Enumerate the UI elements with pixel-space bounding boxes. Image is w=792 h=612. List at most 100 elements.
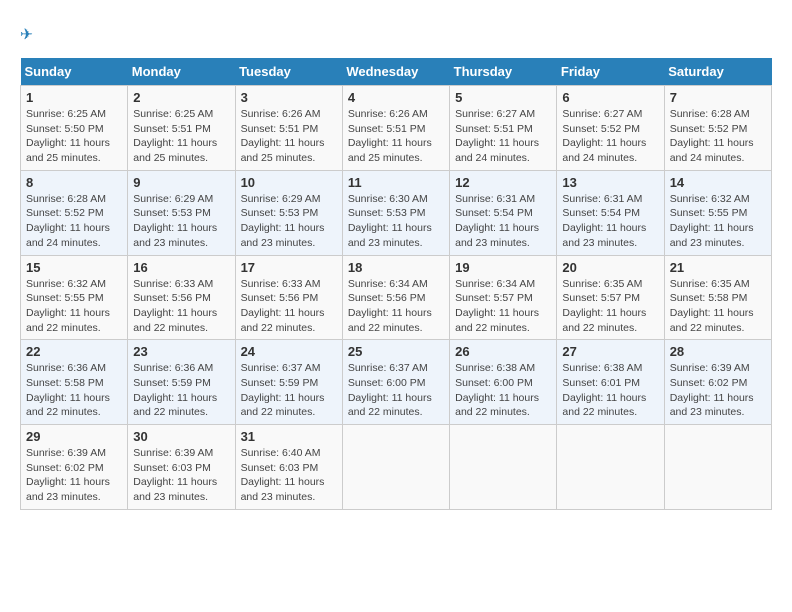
day-cell: 21Sunrise: 6:35 AM Sunset: 5:58 PM Dayli…: [664, 255, 771, 340]
day-cell: 5 Sunrise: 6:27 AM Sunset: 5:51 PM Daylig…: [450, 86, 557, 171]
day-detail: Sunrise: 6:38 AM Sunset: 6:01 PM Dayligh…: [562, 361, 658, 420]
day-cell: 24 Sunrise: 6:37 AM Sunset: 5:59 PM Dayli…: [235, 340, 342, 425]
day-cell: 3 Sunrise: 6:26 AM Sunset: 5:51 PM Daylig…: [235, 86, 342, 171]
day-number: 2: [133, 90, 229, 105]
column-header-thursday: Thursday: [450, 58, 557, 86]
day-cell: 9Sunrise: 6:29 AM Sunset: 5:53 PM Daylig…: [128, 170, 235, 255]
day-cell: 26 Sunrise: 6:38 AM Sunset: 6:00 PM Dayli…: [450, 340, 557, 425]
week-row-3: 15Sunrise: 6:32 AM Sunset: 5:55 PM Dayli…: [21, 255, 772, 340]
day-cell: 2 Sunrise: 6:25 AM Sunset: 5:51 PM Daylig…: [128, 86, 235, 171]
day-cell: 25 Sunrise: 6:37 AM Sunset: 6:00 PM Dayli…: [342, 340, 449, 425]
day-detail: Sunrise: 6:36 AM Sunset: 5:58 PM Dayligh…: [26, 361, 122, 420]
day-detail: Sunrise: 6:29 AM Sunset: 5:53 PM Dayligh…: [133, 192, 229, 251]
day-detail: Sunrise: 6:28 AM Sunset: 5:52 PM Dayligh…: [670, 107, 766, 166]
day-cell: [664, 425, 771, 510]
day-cell: 31 Sunrise: 6:40 AM Sunset: 6:03 PM Dayli…: [235, 425, 342, 510]
day-cell: 29 Sunrise: 6:39 AM Sunset: 6:02 PM Dayli…: [21, 425, 128, 510]
day-detail: Sunrise: 6:26 AM Sunset: 5:51 PM Dayligh…: [241, 107, 337, 166]
day-cell: 18 Sunrise: 6:34 AM Sunset: 5:56 PM Dayli…: [342, 255, 449, 340]
day-cell: 16 Sunrise: 6:33 AM Sunset: 5:56 PM Dayli…: [128, 255, 235, 340]
day-cell: 27 Sunrise: 6:38 AM Sunset: 6:01 PM Dayli…: [557, 340, 664, 425]
day-number: 30: [133, 429, 229, 444]
day-cell: 15Sunrise: 6:32 AM Sunset: 5:55 PM Dayli…: [21, 255, 128, 340]
day-detail: Sunrise: 6:35 AM Sunset: 5:58 PM Dayligh…: [670, 277, 766, 336]
day-number: 1: [26, 90, 122, 105]
day-cell: 14 Sunrise: 6:32 AM Sunset: 5:55 PM Dayli…: [664, 170, 771, 255]
column-header-monday: Monday: [128, 58, 235, 86]
day-detail: Sunrise: 6:33 AM Sunset: 5:56 PM Dayligh…: [241, 277, 337, 336]
day-number: 31: [241, 429, 337, 444]
day-cell: [450, 425, 557, 510]
day-detail: Sunrise: 6:28 AM Sunset: 5:52 PM Dayligh…: [26, 192, 122, 251]
day-number: 8: [26, 175, 122, 190]
day-number: 14: [670, 175, 766, 190]
day-number: 22: [26, 344, 122, 359]
logo: ✈: [20, 20, 52, 48]
day-cell: 13 Sunrise: 6:31 AM Sunset: 5:54 PM Dayli…: [557, 170, 664, 255]
day-detail: Sunrise: 6:37 AM Sunset: 5:59 PM Dayligh…: [241, 361, 337, 420]
day-cell: 10 Sunrise: 6:29 AM Sunset: 5:53 PM Dayli…: [235, 170, 342, 255]
day-cell: [557, 425, 664, 510]
column-header-saturday: Saturday: [664, 58, 771, 86]
day-number: 24: [241, 344, 337, 359]
day-detail: Sunrise: 6:39 AM Sunset: 6:03 PM Dayligh…: [133, 446, 229, 505]
day-number: 23: [133, 344, 229, 359]
day-cell: 6 Sunrise: 6:27 AM Sunset: 5:52 PM Daylig…: [557, 86, 664, 171]
page-header: ✈: [20, 20, 772, 48]
day-number: 12: [455, 175, 551, 190]
column-header-wednesday: Wednesday: [342, 58, 449, 86]
day-detail: Sunrise: 6:39 AM Sunset: 6:02 PM Dayligh…: [26, 446, 122, 505]
day-number: 18: [348, 260, 444, 275]
day-detail: Sunrise: 6:31 AM Sunset: 5:54 PM Dayligh…: [562, 192, 658, 251]
day-cell: 23 Sunrise: 6:36 AM Sunset: 5:59 PM Dayli…: [128, 340, 235, 425]
calendar-table: SundayMondayTuesdayWednesdayThursdayFrid…: [20, 58, 772, 510]
day-cell: 11 Sunrise: 6:30 AM Sunset: 5:53 PM Dayli…: [342, 170, 449, 255]
day-cell: 30 Sunrise: 6:39 AM Sunset: 6:03 PM Dayli…: [128, 425, 235, 510]
day-detail: Sunrise: 6:36 AM Sunset: 5:59 PM Dayligh…: [133, 361, 229, 420]
svg-text:✈: ✈: [20, 27, 33, 44]
day-number: 27: [562, 344, 658, 359]
day-detail: Sunrise: 6:33 AM Sunset: 5:56 PM Dayligh…: [133, 277, 229, 336]
day-detail: Sunrise: 6:31 AM Sunset: 5:54 PM Dayligh…: [455, 192, 551, 251]
day-cell: 22 Sunrise: 6:36 AM Sunset: 5:58 PM Dayli…: [21, 340, 128, 425]
day-detail: Sunrise: 6:30 AM Sunset: 5:53 PM Dayligh…: [348, 192, 444, 251]
day-detail: Sunrise: 6:32 AM Sunset: 5:55 PM Dayligh…: [26, 277, 122, 336]
day-number: 7: [670, 90, 766, 105]
column-header-tuesday: Tuesday: [235, 58, 342, 86]
day-detail: Sunrise: 6:27 AM Sunset: 5:51 PM Dayligh…: [455, 107, 551, 166]
day-detail: Sunrise: 6:29 AM Sunset: 5:53 PM Dayligh…: [241, 192, 337, 251]
day-number: 4: [348, 90, 444, 105]
logo-icon: ✈: [20, 20, 48, 48]
calendar-body: 1 Sunrise: 6:25 AM Sunset: 5:50 PM Daylig…: [21, 86, 772, 510]
week-row-4: 22 Sunrise: 6:36 AM Sunset: 5:58 PM Dayli…: [21, 340, 772, 425]
day-cell: 28Sunrise: 6:39 AM Sunset: 6:02 PM Dayli…: [664, 340, 771, 425]
day-cell: 12 Sunrise: 6:31 AM Sunset: 5:54 PM Dayli…: [450, 170, 557, 255]
day-number: 6: [562, 90, 658, 105]
day-detail: Sunrise: 6:34 AM Sunset: 5:56 PM Dayligh…: [348, 277, 444, 336]
day-detail: Sunrise: 6:38 AM Sunset: 6:00 PM Dayligh…: [455, 361, 551, 420]
day-number: 3: [241, 90, 337, 105]
calendar-header-row: SundayMondayTuesdayWednesdayThursdayFrid…: [21, 58, 772, 86]
day-cell: 8 Sunrise: 6:28 AM Sunset: 5:52 PM Daylig…: [21, 170, 128, 255]
column-header-sunday: Sunday: [21, 58, 128, 86]
day-detail: Sunrise: 6:37 AM Sunset: 6:00 PM Dayligh…: [348, 361, 444, 420]
day-detail: Sunrise: 6:32 AM Sunset: 5:55 PM Dayligh…: [670, 192, 766, 251]
week-row-2: 8 Sunrise: 6:28 AM Sunset: 5:52 PM Daylig…: [21, 170, 772, 255]
day-number: 13: [562, 175, 658, 190]
day-cell: 7 Sunrise: 6:28 AM Sunset: 5:52 PM Daylig…: [664, 86, 771, 171]
day-number: 25: [348, 344, 444, 359]
day-number: 5: [455, 90, 551, 105]
day-number: 11: [348, 175, 444, 190]
day-detail: Sunrise: 6:25 AM Sunset: 5:51 PM Dayligh…: [133, 107, 229, 166]
day-detail: Sunrise: 6:40 AM Sunset: 6:03 PM Dayligh…: [241, 446, 337, 505]
day-cell: [342, 425, 449, 510]
day-number: 20: [562, 260, 658, 275]
day-number: 16: [133, 260, 229, 275]
day-detail: Sunrise: 6:27 AM Sunset: 5:52 PM Dayligh…: [562, 107, 658, 166]
day-number: 29: [26, 429, 122, 444]
day-cell: 19Sunrise: 6:34 AM Sunset: 5:57 PM Dayli…: [450, 255, 557, 340]
day-detail: Sunrise: 6:25 AM Sunset: 5:50 PM Dayligh…: [26, 107, 122, 166]
day-detail: Sunrise: 6:34 AM Sunset: 5:57 PM Dayligh…: [455, 277, 551, 336]
day-number: 10: [241, 175, 337, 190]
day-number: 26: [455, 344, 551, 359]
